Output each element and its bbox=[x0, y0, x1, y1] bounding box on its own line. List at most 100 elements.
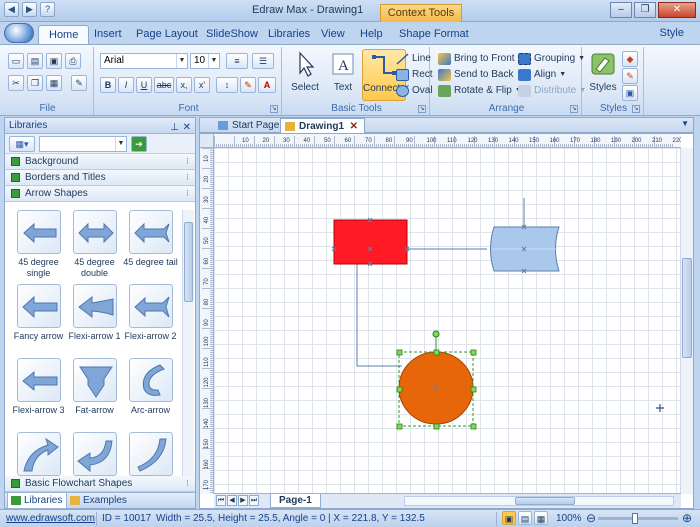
chevron-down-icon[interactable]: ▼ bbox=[681, 119, 689, 128]
open-icon[interactable]: ▤ bbox=[27, 53, 43, 69]
rotation-handle[interactable] bbox=[432, 330, 440, 338]
app-menu-button[interactable] bbox=[4, 23, 34, 43]
line-button[interactable]: Line bbox=[396, 51, 431, 67]
font-dialog-launcher-icon[interactable]: ↘ bbox=[270, 105, 278, 113]
line-color-icon[interactable]: ✎ bbox=[622, 68, 638, 84]
paste-icon[interactable]: ▦ bbox=[46, 75, 62, 91]
shape-fancy-arrow[interactable]: Fancy arrow bbox=[11, 284, 66, 358]
subscript-button[interactable]: x, bbox=[176, 77, 192, 93]
library-category-arrow-shapes[interactable]: Arrow Shapes ⁝ bbox=[5, 186, 195, 202]
vertical-scrollbar[interactable] bbox=[680, 148, 693, 494]
fill-color-icon[interactable]: ◆ bbox=[622, 51, 638, 67]
library-category-borders[interactable]: Borders and Titles ⁝ bbox=[5, 170, 195, 186]
close-button[interactable]: ✕ bbox=[658, 2, 696, 18]
normal-view-icon[interactable]: ▣ bbox=[502, 511, 516, 525]
styles-dialog-launcher-icon[interactable]: ↘ bbox=[632, 105, 640, 113]
grouping-button[interactable]: Grouping ▼ bbox=[518, 51, 585, 67]
font-size-select[interactable]: 10 ▼ bbox=[190, 53, 220, 69]
copy-icon[interactable]: ❐ bbox=[27, 75, 43, 91]
library-category-basic-flowchart[interactable]: Basic Flowchart Shapes ⁝ bbox=[5, 476, 195, 492]
connector-line[interactable] bbox=[356, 264, 402, 367]
shape-flexi-arrow-3[interactable]: Flexi-arrow 3 bbox=[11, 358, 66, 432]
new-icon[interactable]: ▭ bbox=[8, 53, 24, 69]
go-icon[interactable]: ➔ bbox=[131, 136, 147, 152]
distribute-button[interactable]: Distribute ▼ bbox=[518, 83, 586, 99]
tab-view[interactable]: View bbox=[311, 25, 355, 44]
format-painter-icon[interactable]: ✎ bbox=[71, 75, 87, 91]
minimize-button[interactable]: – bbox=[610, 2, 632, 18]
select-button[interactable]: Select bbox=[286, 49, 324, 101]
font-color-icon[interactable]: A bbox=[258, 77, 276, 93]
shape-fat-arrow[interactable]: Fat-arrow bbox=[67, 358, 122, 432]
scrollbar-thumb[interactable] bbox=[515, 497, 575, 505]
shape-45-degree-tail[interactable]: 45 degree tail bbox=[123, 210, 178, 284]
tab-insert[interactable]: Insert bbox=[84, 25, 132, 44]
zoom-out-icon[interactable]: ⊖ bbox=[586, 510, 596, 527]
superscript-button[interactable]: x' bbox=[194, 77, 210, 93]
underline-button[interactable]: U bbox=[136, 77, 152, 93]
file-group: ▭ ▤ ▣ ⎙ ✂ ❐ ▦ ✎ File bbox=[2, 47, 94, 115]
close-tab-icon[interactable]: ✕ bbox=[350, 121, 358, 132]
tab-drawing1[interactable]: Drawing1 ✕ bbox=[280, 118, 365, 133]
library-search-select[interactable]: ▼ bbox=[39, 136, 127, 152]
tab-start-page[interactable]: Start Page bbox=[214, 118, 285, 133]
shape-flexi-arrow-2[interactable]: Flexi-arrow 2 bbox=[123, 284, 178, 358]
tab-shape-format[interactable]: Shape Format bbox=[389, 25, 479, 44]
text-button[interactable]: A Text bbox=[324, 49, 362, 101]
basic-tools-dialog-launcher-icon[interactable]: ↘ bbox=[418, 105, 426, 113]
highlight-icon[interactable]: ✎ bbox=[240, 77, 256, 93]
font-name-select[interactable]: Arial ▼ bbox=[100, 53, 188, 69]
tab-home[interactable]: Home bbox=[38, 25, 90, 44]
undo-icon[interactable]: ◀ bbox=[4, 2, 19, 17]
prev-page-icon[interactable]: ◀ bbox=[227, 495, 237, 506]
fit-page-icon[interactable]: ▦ bbox=[534, 511, 548, 525]
align-button[interactable]: Align ▼ bbox=[518, 67, 566, 83]
drawing-page[interactable] bbox=[214, 148, 681, 494]
scrollbar-thumb[interactable] bbox=[682, 258, 692, 358]
redo-icon[interactable]: ▶ bbox=[22, 2, 37, 17]
next-page-icon[interactable]: ▶ bbox=[238, 495, 248, 506]
horizontal-scrollbar[interactable] bbox=[404, 496, 674, 506]
shape-arc-arrow[interactable]: Arc-arrow bbox=[123, 358, 178, 432]
library-scrollbar[interactable] bbox=[182, 210, 194, 485]
save-icon[interactable]: ▣ bbox=[46, 53, 62, 69]
arrange-dialog-launcher-icon[interactable]: ↘ bbox=[570, 105, 578, 113]
shape-flexi-arrow-1[interactable]: Flexi-arrow 1 bbox=[67, 284, 122, 358]
red-rectangle-shape[interactable] bbox=[333, 219, 408, 265]
zoom-slider-knob[interactable] bbox=[632, 513, 638, 524]
shape-45-degree-double[interactable]: 45 degree double bbox=[67, 210, 122, 284]
styles-button[interactable]: Styles bbox=[586, 49, 620, 101]
maximize-button[interactable]: ❐ bbox=[634, 2, 656, 18]
send-to-back-button[interactable]: Send to Back▼ bbox=[438, 67, 523, 83]
website-link[interactable]: www.edrawsoft.com bbox=[6, 510, 95, 527]
align-text-icon[interactable]: ≡ bbox=[226, 53, 248, 69]
last-page-icon[interactable]: ⏭ bbox=[249, 495, 259, 506]
strikethrough-button[interactable]: abc bbox=[154, 77, 174, 93]
oval-button[interactable]: Oval bbox=[396, 83, 433, 99]
tab-libraries-panel[interactable]: Libraries bbox=[7, 493, 68, 509]
italic-button[interactable]: I bbox=[118, 77, 134, 93]
shadow-icon[interactable]: ▣ bbox=[622, 85, 638, 101]
bold-button[interactable]: B bbox=[100, 77, 116, 93]
tab-examples[interactable]: Examples bbox=[67, 493, 127, 508]
bring-to-front-button[interactable]: Bring to Front▼ bbox=[438, 51, 525, 67]
line-spacing-icon[interactable]: ↕ bbox=[216, 77, 238, 93]
print-icon[interactable]: ⎙ bbox=[65, 53, 81, 69]
zoom-in-icon[interactable]: ⊕ bbox=[682, 510, 692, 527]
bullets-icon[interactable]: ☰ bbox=[252, 53, 274, 69]
tab-help[interactable]: Help bbox=[350, 25, 393, 44]
library-category-background[interactable]: Background ⁝ bbox=[5, 154, 195, 170]
rect-button[interactable]: Rect bbox=[396, 67, 433, 83]
tab-page-1[interactable]: Page-1 bbox=[270, 494, 321, 508]
style-menu[interactable]: Style bbox=[660, 27, 684, 39]
zoom-slider[interactable] bbox=[598, 513, 678, 524]
chevron-down-icon: ▼ bbox=[115, 137, 126, 151]
cut-icon[interactable]: ✂ bbox=[8, 75, 24, 91]
full-screen-icon[interactable]: ▤ bbox=[518, 511, 532, 525]
help-icon[interactable]: ? bbox=[40, 2, 55, 17]
shape-45-degree-single[interactable]: 45 degree single bbox=[11, 210, 66, 284]
first-page-icon[interactable]: ⏮ bbox=[216, 495, 226, 506]
library-menu-icon[interactable]: ▦▾ bbox=[9, 136, 35, 152]
scrollbar-thumb[interactable] bbox=[184, 222, 193, 302]
rotate-flip-button[interactable]: Rotate & Flip▼ bbox=[438, 83, 522, 99]
